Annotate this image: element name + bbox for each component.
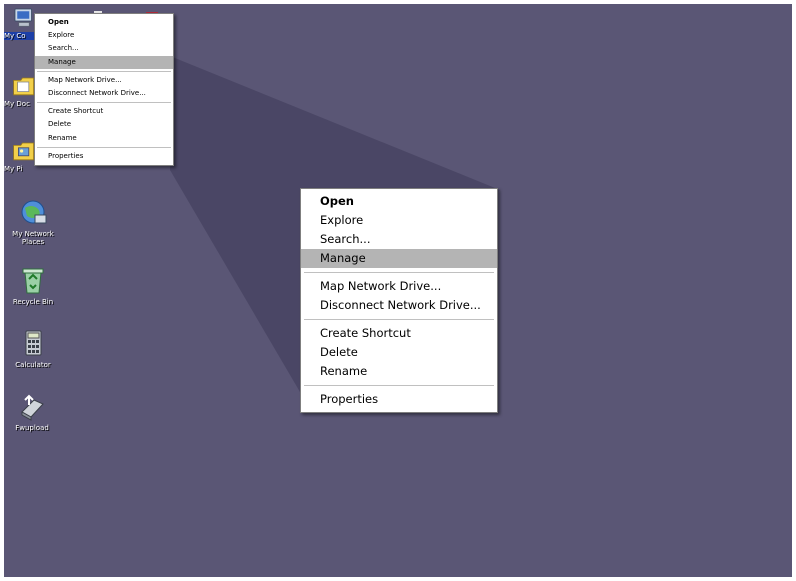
menu-item-rename[interactable]: Rename <box>301 362 497 381</box>
menu-item-properties[interactable]: Properties <box>301 390 497 409</box>
menu-item-search[interactable]: Search... <box>301 230 497 249</box>
menu-item-manage[interactable]: Manage <box>301 249 497 268</box>
menu-item-create-shortcut[interactable]: Create Shortcut <box>35 105 173 118</box>
menu-item-disconnect-network-drive[interactable]: Disconnect Network Drive... <box>35 87 173 100</box>
menu-item-open[interactable]: Open <box>301 192 497 211</box>
desktop-icon-recycle-bin[interactable]: Recycle Bin <box>5 266 61 306</box>
desktop-icon-label: My Network Places <box>12 230 54 246</box>
context-menu-enlarged: Open Explore Search... Manage Map Networ… <box>300 188 498 413</box>
menu-item-open[interactable]: Open <box>35 16 173 29</box>
desktop[interactable]: My Co My Doc My Pi My Network Places Rec… <box>4 4 792 577</box>
desktop-icon-label: Calculator <box>15 361 51 369</box>
menu-separator <box>37 70 171 72</box>
menu-item-disconnect-network-drive[interactable]: Disconnect Network Drive... <box>301 296 497 315</box>
recycle-bin-icon <box>22 268 44 294</box>
menu-item-explore[interactable]: Explore <box>301 211 497 230</box>
menu-separator <box>304 385 494 386</box>
desktop-icon-label: My Pi <box>4 165 23 173</box>
menu-item-map-network-drive[interactable]: Map Network Drive... <box>301 277 497 296</box>
my-computer-icon <box>14 8 32 27</box>
menu-item-search[interactable]: Search... <box>35 42 173 55</box>
menu-item-manage[interactable]: Manage <box>35 55 173 69</box>
desktop-icon-label: Recycle Bin <box>12 298 54 306</box>
context-menu-small: Open Explore Search... Manage Map Networ… <box>34 13 174 167</box>
menu-item-delete[interactable]: Delete <box>301 343 497 362</box>
menu-item-explore[interactable]: Explore <box>35 29 173 42</box>
calculator-icon <box>25 330 42 356</box>
menu-separator <box>37 146 171 148</box>
menu-separator <box>37 102 171 104</box>
desktop-icon-fwupload[interactable]: Fwupload <box>4 392 60 432</box>
menu-item-delete[interactable]: Delete <box>35 118 173 131</box>
menu-separator <box>304 319 494 320</box>
desktop-icon-label: Fwupload <box>15 424 49 432</box>
desktop-icon-calculator[interactable]: Calculator <box>5 329 61 369</box>
menu-item-create-shortcut[interactable]: Create Shortcut <box>301 324 497 343</box>
desktop-icon-my-network-places[interactable]: My Network Places <box>5 198 61 246</box>
menu-separator <box>304 272 494 273</box>
fwupload-icon <box>21 394 44 421</box>
my-network-places-icon <box>21 200 47 224</box>
menu-item-rename[interactable]: Rename <box>35 132 173 145</box>
menu-item-properties[interactable]: Properties <box>35 150 173 163</box>
menu-item-map-network-drive[interactable]: Map Network Drive... <box>35 74 173 87</box>
